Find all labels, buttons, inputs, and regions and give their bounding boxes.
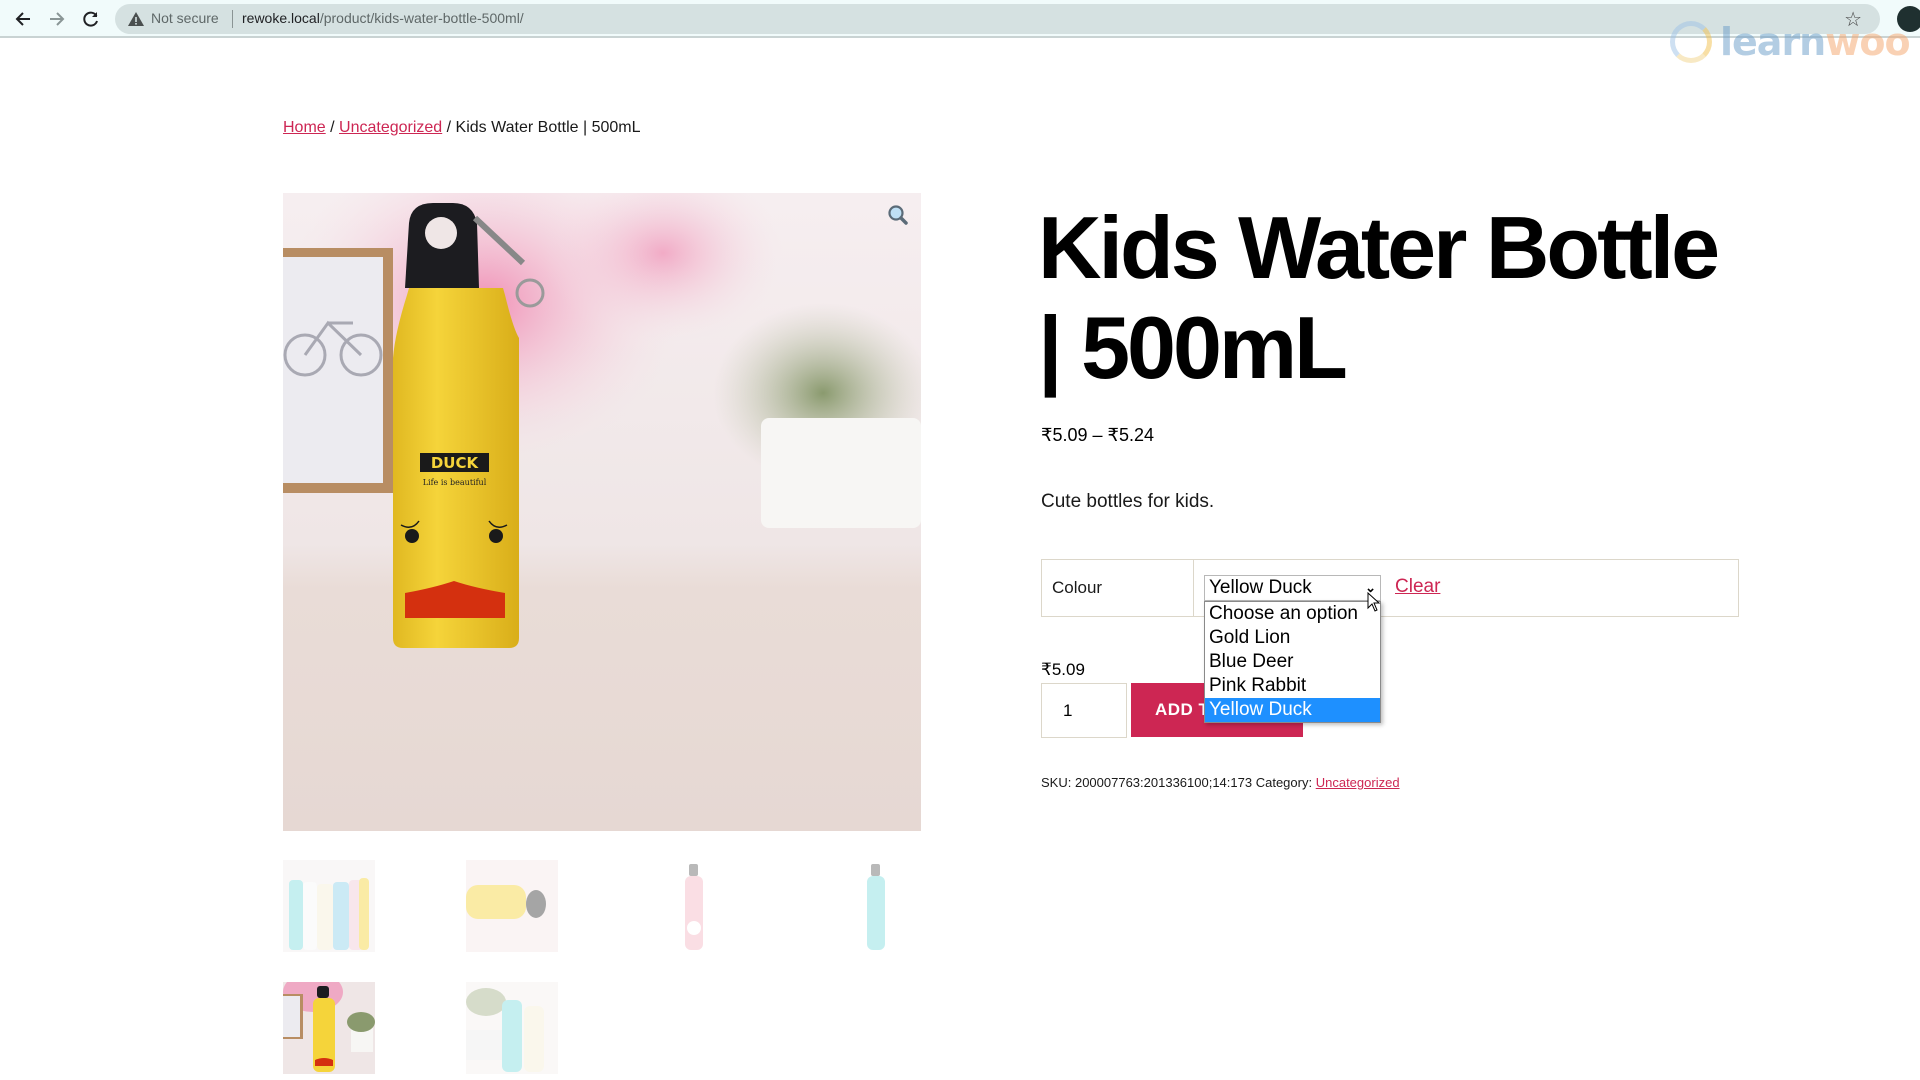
- short-description: Cute bottles for kids.: [1041, 491, 1215, 512]
- warning-triangle-icon: [128, 12, 144, 26]
- yellow-duck-bottle-photo: DUCK Life is beautiful: [283, 193, 921, 831]
- url-host: rewoke.local: [242, 10, 320, 26]
- incognito-icon[interactable]: [1897, 6, 1920, 32]
- product-main-image[interactable]: DUCK Life is beautiful: [283, 193, 921, 831]
- bottle-label-text: DUCK: [431, 454, 480, 472]
- magnifier-zoom-icon[interactable]: [886, 203, 910, 227]
- sku-label: SKU:: [1041, 775, 1072, 790]
- chevron-down-icon: ⌄: [1365, 580, 1376, 595]
- category-label: Category:: [1255, 775, 1313, 790]
- variation-price: ₹5.09: [1041, 660, 1085, 679]
- back-arrow-icon[interactable]: [11, 7, 35, 31]
- clear-selection-link[interactable]: Clear: [1395, 576, 1440, 598]
- breadcrumb-home[interactable]: Home: [283, 119, 326, 136]
- thumbnail-blue-and-cream-bottles[interactable]: [466, 982, 558, 1074]
- breadcrumb-category[interactable]: Uncategorized: [339, 119, 442, 136]
- thumbnail-pink-rabbit-bottle[interactable]: [648, 860, 740, 952]
- thumbnail-blue-deer-bottle[interactable]: [830, 860, 922, 952]
- forward-arrow-icon[interactable]: [45, 7, 69, 31]
- dropdown-option-pink-rabbit[interactable]: Pink Rabbit: [1205, 674, 1380, 698]
- star-icon[interactable]: ☆: [1844, 7, 1862, 32]
- browser-toolbar: Not secure rewoke.local/product/kids-wat…: [0, 0, 1920, 38]
- breadcrumb-current: Kids Water Bottle | 500mL: [455, 119, 641, 136]
- url-path: /product/kids-water-bottle-500ml/: [319, 10, 524, 26]
- price-range: ₹5.09 – ₹5.24: [1041, 425, 1154, 445]
- product-title: Kids Water Bottle | 500mL: [1038, 198, 1720, 397]
- bottle-tagline-text: Life is beautiful: [423, 478, 487, 487]
- breadcrumb-separator: /: [325, 119, 340, 136]
- url-text[interactable]: rewoke.local/product/kids-water-bottle-5…: [242, 10, 524, 26]
- sku-value: 200007763:201336100;14:173: [1074, 775, 1253, 790]
- thumbnail-yellow-duck-bottle[interactable]: [283, 982, 375, 1074]
- breadcrumb: Home / Uncategorized / Kids Water Bottle…: [283, 119, 641, 137]
- thumbnail-multi-color-bottles[interactable]: [283, 860, 375, 952]
- dropdown-option-blue-deer[interactable]: Blue Deer: [1205, 650, 1380, 674]
- colour-select-value: Yellow Duck: [1209, 577, 1312, 598]
- breadcrumb-separator: /: [442, 119, 456, 136]
- dropdown-option-yellow-duck[interactable]: Yellow Duck: [1205, 698, 1380, 722]
- omnibox-divider: [232, 10, 233, 28]
- colour-dropdown-list: Choose an option Gold Lion Blue Deer Pin…: [1204, 601, 1381, 723]
- variations-table: Colour: [1041, 559, 1739, 617]
- dropdown-option-gold-lion[interactable]: Gold Lion: [1205, 626, 1380, 650]
- product-meta: SKU: 200007763:201336100;14:173 Category…: [1041, 775, 1400, 790]
- reload-icon[interactable]: [79, 7, 103, 31]
- dropdown-option-choose[interactable]: Choose an option: [1205, 602, 1380, 626]
- security-label[interactable]: Not secure: [151, 10, 219, 26]
- address-bar[interactable]: Not secure rewoke.local/product/kids-wat…: [115, 4, 1880, 34]
- quantity-input[interactable]: 1: [1041, 683, 1127, 738]
- thumbnail-yellow-bottle-closeup[interactable]: [466, 860, 558, 952]
- category-link[interactable]: Uncategorized: [1316, 775, 1400, 790]
- attribute-label-colour: Colour: [1042, 560, 1194, 616]
- colour-select[interactable]: Yellow Duck ⌄: [1204, 575, 1381, 601]
